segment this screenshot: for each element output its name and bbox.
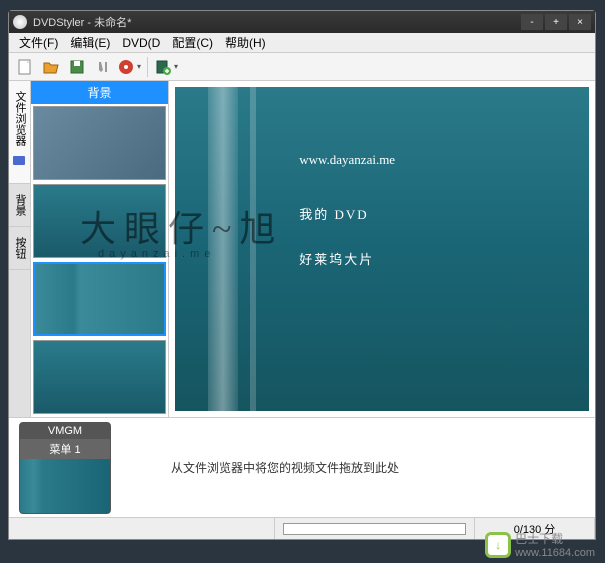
maximize-button[interactable]: + bbox=[545, 14, 567, 30]
preview-text-subtitle[interactable]: 好莱坞大片 bbox=[299, 249, 374, 268]
vmgm-label: 菜单 1 bbox=[20, 439, 110, 459]
tab-button[interactable]: 按钮 bbox=[9, 227, 30, 270]
background-thumb[interactable] bbox=[33, 262, 166, 336]
menu-file[interactable]: 文件(F) bbox=[13, 32, 64, 53]
background-thumb[interactable] bbox=[33, 340, 166, 414]
preview-text-title[interactable]: 我的 DVD bbox=[299, 204, 368, 223]
add-button[interactable]: ▾ bbox=[154, 55, 178, 79]
side-tabs: 文件浏览器 背景 按钮 bbox=[9, 81, 31, 417]
background-thumb[interactable] bbox=[33, 106, 166, 180]
tab-background[interactable]: 背景 bbox=[9, 184, 30, 227]
menu-config[interactable]: 配置(C) bbox=[166, 32, 219, 53]
dropdown-arrow-icon: ▾ bbox=[174, 62, 178, 71]
vmgm-menu-item[interactable]: VMGM 菜单 1 bbox=[19, 422, 111, 514]
app-window: DVDStyler - 未命名* - + × 文件(F) 编辑(E) DVD(D… bbox=[8, 10, 596, 540]
toolbar: ▾ ▾ bbox=[9, 53, 595, 81]
dropdown-arrow-icon: ▾ bbox=[137, 62, 141, 71]
preview-text-url[interactable]: www.dayanzai.me bbox=[299, 152, 395, 168]
timeline-panel: VMGM 菜单 1 从文件浏览器中将您的视频文件拖放到此处 bbox=[9, 417, 595, 517]
settings-button[interactable] bbox=[91, 55, 115, 79]
background-thumb[interactable] bbox=[33, 184, 166, 258]
window-title: DVDStyler - 未命名* bbox=[33, 14, 519, 30]
site-badge: 巴士下载 www.11684.com bbox=[485, 530, 595, 559]
browser-header: 背景 bbox=[31, 81, 168, 104]
vmgm-header: VMGM bbox=[20, 423, 110, 439]
doc-name: 未命名* bbox=[94, 17, 131, 29]
burn-button[interactable]: ▾ bbox=[117, 55, 141, 79]
status-spacer bbox=[9, 518, 275, 539]
app-name: DVDStyler bbox=[33, 17, 84, 29]
dvd-menu-preview[interactable]: www.dayanzai.me 我的 DVD 好莱坞大片 bbox=[175, 87, 589, 411]
site-url: www.11684.com bbox=[515, 547, 595, 559]
download-icon bbox=[485, 532, 511, 558]
site-name: 巴士下载 bbox=[515, 530, 595, 547]
close-button[interactable]: × bbox=[569, 14, 591, 30]
menu-help[interactable]: 帮助(H) bbox=[219, 32, 272, 53]
minimize-button[interactable]: - bbox=[521, 14, 543, 30]
open-button[interactable] bbox=[39, 55, 63, 79]
main-area: 文件浏览器 背景 按钮 背景 www.dayanzai.me 我的 DVD 好莱… bbox=[9, 81, 595, 417]
drop-hint-text: 从文件浏览器中将您的视频文件拖放到此处 bbox=[171, 459, 399, 476]
toolbar-separator bbox=[147, 57, 148, 77]
progress-bar bbox=[283, 523, 466, 535]
background-list[interactable] bbox=[31, 104, 168, 417]
browser-panel: 背景 bbox=[31, 81, 169, 417]
tab-file-browser[interactable]: 文件浏览器 bbox=[9, 81, 30, 184]
menubar: 文件(F) 编辑(E) DVD(D 配置(C) 帮助(H) bbox=[9, 33, 595, 53]
folder-icon bbox=[12, 153, 28, 169]
new-button[interactable] bbox=[13, 55, 37, 79]
disc-usage-progress bbox=[275, 518, 475, 539]
tab-label: 文件浏览器 bbox=[14, 91, 26, 146]
app-icon bbox=[13, 15, 27, 29]
vmgm-thumbnail bbox=[20, 459, 110, 513]
titlebar[interactable]: DVDStyler - 未命名* - + × bbox=[9, 11, 595, 33]
menu-dvd[interactable]: DVD(D bbox=[116, 34, 166, 52]
preview-area: www.dayanzai.me 我的 DVD 好莱坞大片 bbox=[169, 81, 595, 417]
save-button[interactable] bbox=[65, 55, 89, 79]
menu-edit[interactable]: 编辑(E) bbox=[64, 32, 116, 53]
